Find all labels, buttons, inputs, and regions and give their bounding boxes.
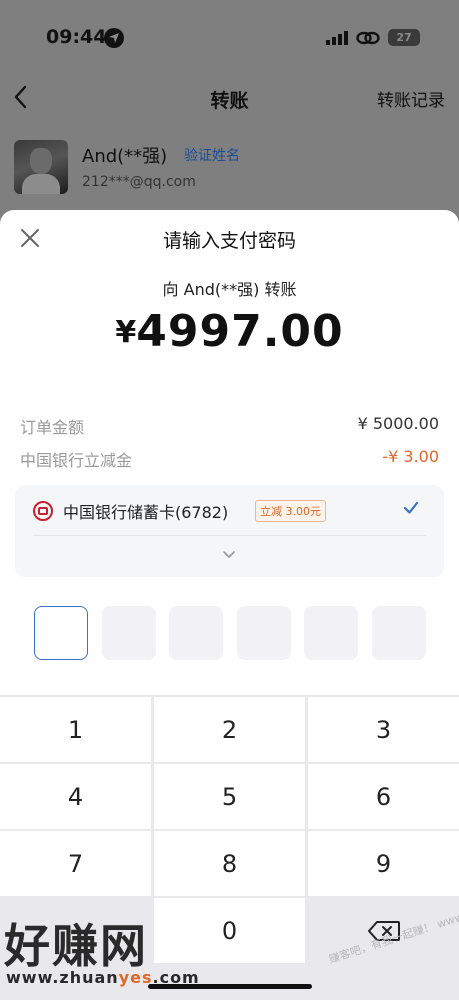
keypad-key-7[interactable]: 7: [0, 831, 151, 896]
password-digit-box[interactable]: [236, 606, 291, 660]
keypad-key-2[interactable]: 2: [154, 697, 305, 762]
order-amount-value: ¥ 5000.00: [357, 414, 439, 433]
transfer-records-link[interactable]: 转账记录: [377, 86, 445, 111]
watermark-url-prefix: www.zhuan: [6, 968, 119, 987]
verify-name-link[interactable]: 验证姓名: [184, 145, 240, 165]
signal-icon: [326, 31, 348, 45]
keypad-key-4[interactable]: 4: [0, 764, 151, 829]
discount-label: 中国银行立减金: [20, 451, 133, 470]
sheet-title: 请输入支付密码: [162, 230, 296, 252]
keypad-key-8[interactable]: 8: [154, 831, 305, 896]
keypad-key-9[interactable]: 9: [308, 831, 459, 896]
avatar: [14, 140, 68, 194]
discount-tag: 立减 3.00元: [255, 500, 326, 522]
card-name: 中国银行储蓄卡(6782): [63, 503, 229, 522]
keypad-key-3[interactable]: 3: [308, 697, 459, 762]
password-digit-box[interactable]: [169, 606, 223, 660]
currency-symbol: ¥: [115, 315, 137, 350]
discount-value: -¥ 3.00: [382, 447, 439, 466]
watermark-brand: 好赚网: [4, 919, 148, 973]
password-input[interactable]: [34, 606, 426, 660]
password-digit-box[interactable]: [34, 606, 88, 660]
amount-value: 4997.00: [136, 306, 344, 357]
password-digit-box[interactable]: [304, 606, 358, 660]
background-app: 09:44 27 转账 转账记录 And(**强) 验证姓名 212***@qq…: [0, 0, 459, 230]
password-digit-box[interactable]: [371, 606, 426, 660]
location-icon: [104, 28, 124, 48]
payee-info: And(**强) 验证姓名 212***@qq.com: [14, 140, 454, 200]
payment-amount: ¥4997.00: [0, 306, 459, 357]
keypad-key-5[interactable]: 5: [154, 764, 305, 829]
link-icon: [356, 31, 380, 45]
check-icon: [403, 501, 419, 514]
divider: [33, 535, 426, 536]
payment-password-sheet: 请输入支付密码 向 And(**强) 转账 ¥4997.00 订单金额 ¥ 50…: [0, 210, 459, 1000]
keypad-key-1[interactable]: 1: [0, 697, 151, 762]
battery-icon: 27: [388, 29, 420, 46]
payee-email: 212***@qq.com: [82, 174, 196, 190]
status-bar: 09:44 27: [0, 0, 459, 70]
password-digit-box[interactable]: [101, 606, 156, 660]
order-amount-label: 订单金额: [20, 418, 85, 437]
nav-bar: 转账 转账记录: [0, 76, 459, 120]
battery-level: 27: [396, 31, 412, 44]
payment-method-selector[interactable]: 中国银行储蓄卡(6782) 立减 3.00元: [15, 485, 444, 577]
transfer-recipient: 向 And(**强) 转账: [162, 280, 297, 299]
home-indicator: [148, 984, 312, 989]
bank-of-china-icon: [33, 501, 53, 521]
status-time: 09:44: [46, 26, 107, 48]
keypad-key-0[interactable]: 0: [154, 898, 305, 963]
keypad-key-6[interactable]: 6: [308, 764, 459, 829]
payee-name: And(**强): [82, 146, 168, 167]
chevron-down-icon[interactable]: [221, 547, 237, 563]
